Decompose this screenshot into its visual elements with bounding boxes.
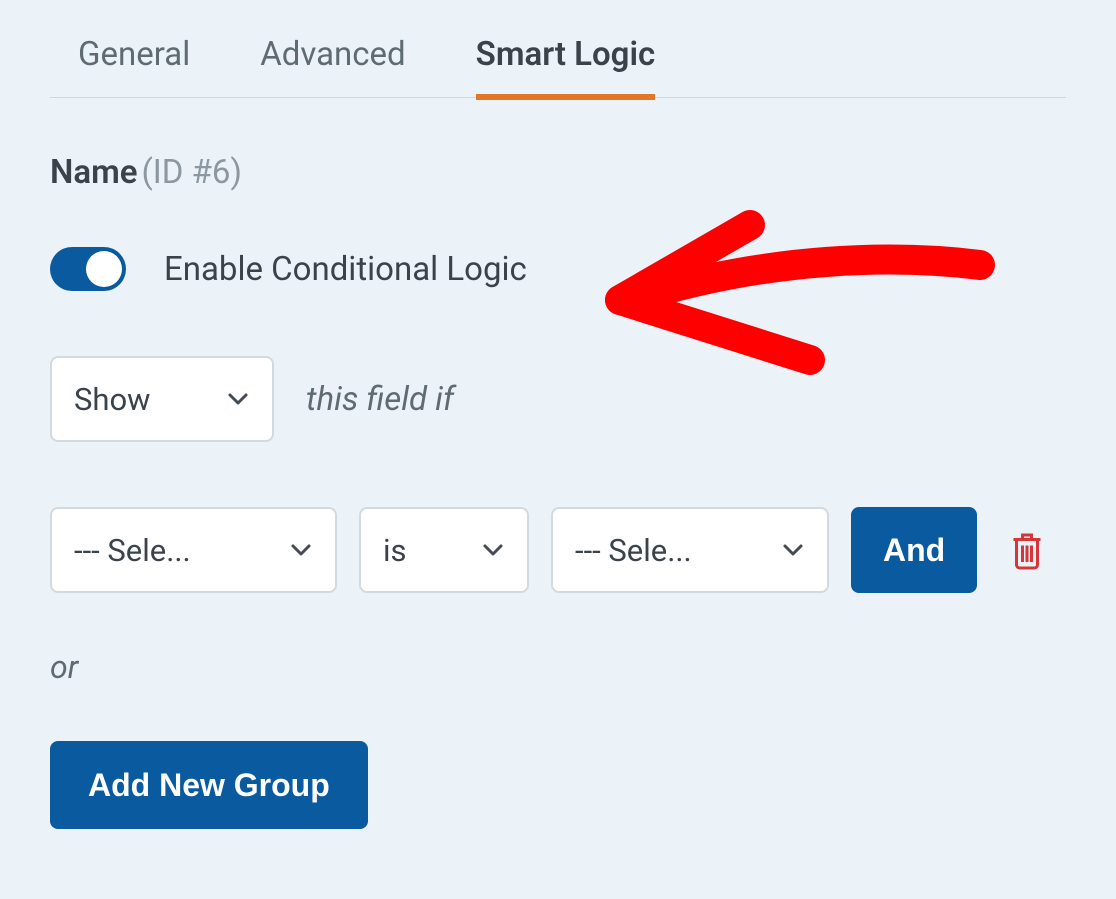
condition-value-value: --- Sele... <box>575 532 692 569</box>
trash-icon[interactable] <box>1009 530 1045 570</box>
tab-general[interactable]: General <box>78 35 190 100</box>
condition-value-select[interactable]: --- Sele... <box>551 507 829 593</box>
and-button[interactable]: And <box>851 507 977 593</box>
condition-field-value: --- Sele... <box>74 532 191 569</box>
condition-operator-value: is <box>383 532 407 569</box>
enable-conditional-logic-toggle[interactable] <box>50 247 126 291</box>
add-new-group-button[interactable]: Add New Group <box>50 741 368 829</box>
field-name: Name <box>50 153 138 192</box>
chevron-down-icon <box>289 538 313 562</box>
field-id: (ID #6) <box>141 153 241 192</box>
chevron-down-icon <box>481 538 505 562</box>
toggle-knob <box>86 251 122 287</box>
tabs-bar: General Advanced Smart Logic <box>50 0 1066 98</box>
action-suffix-label: this field if <box>306 380 454 419</box>
toggle-label: Enable Conditional Logic <box>164 250 527 289</box>
tab-advanced[interactable]: Advanced <box>260 35 405 100</box>
action-select-value: Show <box>74 381 150 418</box>
or-label: or <box>50 648 1066 686</box>
chevron-down-icon <box>781 538 805 562</box>
condition-field-select[interactable]: --- Sele... <box>50 507 337 593</box>
field-header: Name (ID #6) <box>50 153 1066 192</box>
action-select[interactable]: Show <box>50 356 274 442</box>
chevron-down-icon <box>226 387 250 411</box>
condition-operator-select[interactable]: is <box>359 507 529 593</box>
tab-smart-logic[interactable]: Smart Logic <box>476 35 656 100</box>
